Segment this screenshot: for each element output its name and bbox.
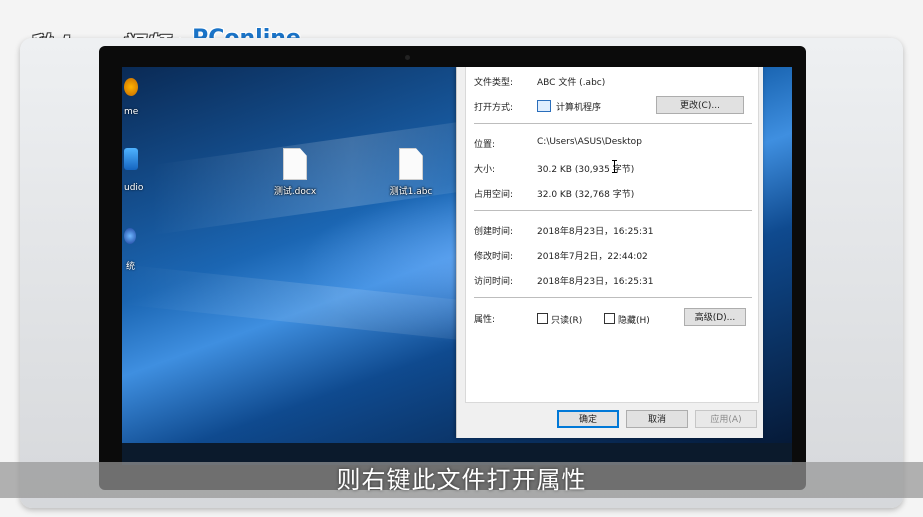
cancel-button[interactable]: 取消 bbox=[626, 410, 688, 428]
size-on-disk-value: 32.0 KB (32,768 字节) bbox=[537, 190, 635, 200]
divider bbox=[474, 297, 752, 298]
desktop-file-label: 测试1.abc bbox=[389, 187, 433, 197]
general-tab-panel: 文件类型: ABC 文件 (.abc) 打开方式: 计算机程序 更改(C)...… bbox=[465, 67, 759, 403]
hidden-checkbox[interactable]: 隐藏(H) bbox=[604, 313, 650, 326]
app-icon-orange[interactable] bbox=[124, 78, 138, 96]
open-with-value-wrap: 计算机程序 bbox=[537, 100, 601, 113]
accessed-value: 2018年8月23日，16:25:31 bbox=[537, 277, 654, 287]
location-label: 位置: bbox=[474, 140, 496, 150]
size-label: 大小: bbox=[474, 165, 496, 175]
program-icon bbox=[537, 100, 551, 112]
file-icon bbox=[283, 148, 307, 180]
created-label: 创建时间: bbox=[474, 227, 514, 237]
desktop-icon-label: udio bbox=[124, 183, 144, 193]
checkbox-box[interactable] bbox=[604, 313, 615, 324]
file-type-label: 文件类型: bbox=[474, 78, 514, 88]
divider bbox=[474, 123, 752, 124]
app-icon-system[interactable] bbox=[124, 228, 136, 244]
camera bbox=[405, 55, 410, 60]
file-type-value: ABC 文件 (.abc) bbox=[537, 78, 606, 88]
size-on-disk-label: 占用空间: bbox=[474, 190, 514, 200]
file-properties-dialog: 文件类型: ABC 文件 (.abc) 打开方式: 计算机程序 更改(C)...… bbox=[456, 67, 763, 438]
subtitle-caption: 则右键此文件打开属性 bbox=[336, 466, 587, 494]
divider bbox=[474, 210, 752, 211]
open-with-label: 打开方式: bbox=[474, 103, 514, 113]
created-value: 2018年8月23日，16:25:31 bbox=[537, 227, 654, 237]
modified-label: 修改时间: bbox=[474, 252, 514, 262]
attributes-label: 属性: bbox=[474, 315, 496, 325]
apply-button[interactable]: 应用(A) bbox=[695, 410, 757, 428]
file-icon bbox=[399, 148, 423, 180]
open-with-value: 计算机程序 bbox=[556, 103, 602, 113]
hidden-label: 隐藏(H) bbox=[618, 316, 650, 326]
location-value: C:\Users\ASUS\Desktop bbox=[537, 137, 642, 147]
desktop-icon-label: me bbox=[124, 107, 139, 117]
size-value: 30.2 KB (30,935 字节) bbox=[537, 165, 635, 175]
ok-button[interactable]: 确定 bbox=[557, 410, 619, 428]
readonly-label: 只读(R) bbox=[551, 316, 583, 326]
desktop-file-abc[interactable]: 测试1.abc bbox=[376, 148, 446, 197]
desktop-icon-label: 统 bbox=[126, 262, 136, 272]
app-icon-blue[interactable] bbox=[124, 148, 138, 170]
modified-value: 2018年7月2日，22:44:02 bbox=[537, 252, 648, 262]
change-button[interactable]: 更改(C)... bbox=[656, 96, 744, 114]
text-cursor-icon bbox=[612, 160, 617, 173]
desktop-file-label: 测试.docx bbox=[273, 187, 317, 197]
advanced-button[interactable]: 高级(D)... bbox=[684, 308, 746, 326]
readonly-checkbox[interactable]: 只读(R) bbox=[537, 313, 583, 326]
desktop-file-docx[interactable]: 测试.docx bbox=[260, 148, 330, 197]
accessed-label: 访问时间: bbox=[474, 277, 514, 287]
checkbox-box[interactable] bbox=[537, 313, 548, 324]
